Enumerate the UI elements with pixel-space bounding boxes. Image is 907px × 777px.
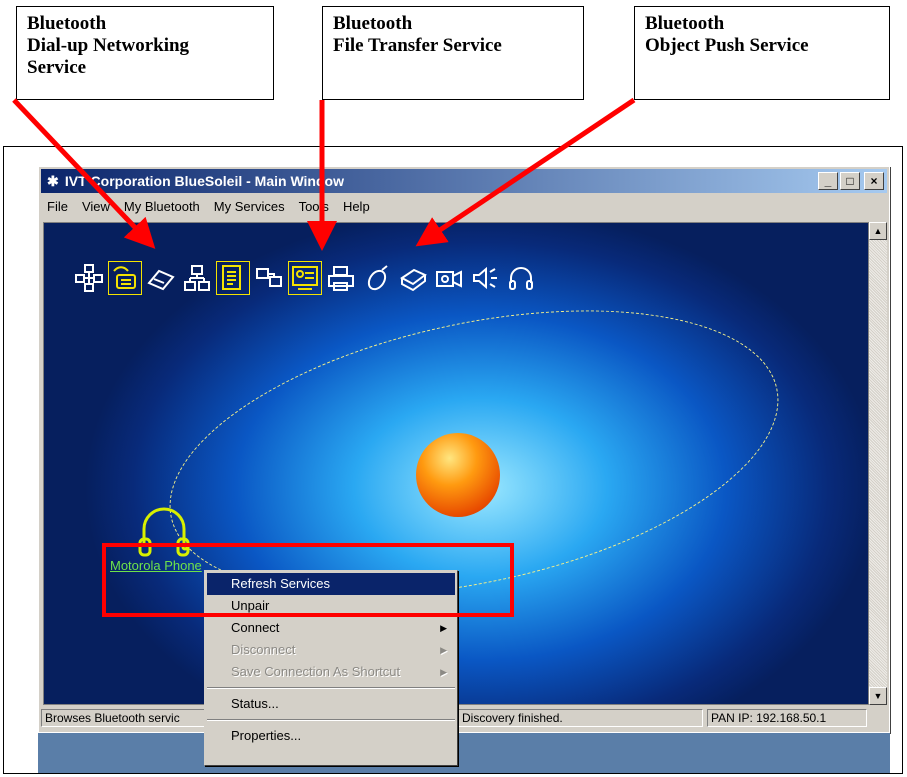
save-shortcut-label: Save Connection As Shortcut [231, 664, 401, 679]
printer-icon[interactable] [324, 261, 358, 295]
minimize-button[interactable]: _ [818, 172, 838, 190]
callout-dial-up-line3: Service [27, 57, 87, 78]
callout-object-push-line2: Object Push Service [645, 35, 809, 56]
window-title: IVT Corporation BlueSoleil - Main Window [64, 173, 344, 189]
menu-file[interactable]: File [47, 197, 68, 217]
callout-object-push-line1: Bluetooth [645, 13, 725, 34]
menu-item-disconnect[interactable]: Disconnect ▶ [205, 639, 457, 661]
callout-file-transfer: Bluetooth File Transfer Service [322, 6, 584, 100]
scroll-down-button[interactable]: ▼ [869, 687, 887, 705]
title-bar[interactable]: ✱ IVT Corporation BlueSoleil - Main Wind… [41, 169, 887, 193]
callout-dial-up: Bluetooth Dial-up Networking Service [16, 6, 274, 100]
local-device-sphere[interactable] [416, 433, 500, 517]
annotation-highlight-box [102, 543, 514, 617]
personal-area-network-icon[interactable] [252, 261, 286, 295]
menu-item-status[interactable]: Status... [205, 693, 457, 715]
menu-item-save-shortcut[interactable]: Save Connection As Shortcut ▶ [205, 661, 457, 683]
callout-file-transfer-line1: Bluetooth [333, 13, 413, 34]
maximize-button[interactable]: □ [840, 172, 860, 190]
dial-up-networking-icon[interactable] [108, 261, 142, 295]
menu-my-services[interactable]: My Services [214, 197, 285, 217]
object-push-icon[interactable] [288, 261, 322, 295]
status-middle: e Discovery finished. [451, 709, 703, 727]
camera-icon[interactable] [432, 261, 466, 295]
mouse-icon[interactable] [360, 261, 394, 295]
callout-file-transfer-line2: File Transfer Service [333, 35, 502, 56]
menu-view[interactable]: View [82, 197, 110, 217]
connect-label: Connect [231, 620, 280, 635]
menu-bar: File View My Bluetooth My Services Tools… [43, 197, 370, 217]
menu-separator [207, 719, 455, 721]
menu-tools[interactable]: Tools [299, 197, 329, 217]
status-right: PAN IP: 192.168.50.1 [707, 709, 867, 727]
vertical-scrollbar[interactable]: ▲ ▼ [869, 222, 887, 705]
callout-dial-up-line1: Bluetooth [27, 13, 107, 34]
menu-separator [207, 687, 455, 689]
close-button[interactable]: × [864, 172, 884, 190]
fax-icon[interactable] [144, 261, 178, 295]
speaker-icon[interactable] [468, 261, 502, 295]
service-icon-row [72, 261, 538, 295]
file-transfer-icon[interactable] [216, 261, 250, 295]
network-access-icon[interactable] [72, 261, 106, 295]
submenu-arrow-icon: ▶ [440, 667, 447, 677]
taskbar-strip [38, 733, 890, 773]
callout-object-push: Bluetooth Object Push Service [634, 6, 890, 100]
menu-help[interactable]: Help [343, 197, 370, 217]
callout-dial-up-line2: Dial-up Networking [27, 35, 190, 56]
fax-machine-icon[interactable] [396, 261, 430, 295]
bluetooth-icon: ✱ [47, 173, 59, 189]
bluesoleil-main-window: ✱ IVT Corporation BlueSoleil - Main Wind… [38, 166, 890, 733]
menu-my-bluetooth[interactable]: My Bluetooth [124, 197, 200, 217]
headset-icon[interactable] [504, 261, 538, 295]
lan-access-icon[interactable] [180, 261, 214, 295]
submenu-arrow-icon: ▶ [440, 645, 447, 655]
submenu-arrow-icon: ▶ [440, 623, 447, 633]
status-bar: Browses Bluetooth servic e Discovery fin… [41, 707, 887, 729]
menu-item-connect[interactable]: Connect ▶ [205, 617, 457, 639]
scroll-up-button[interactable]: ▲ [869, 222, 887, 240]
disconnect-label: Disconnect [231, 642, 296, 657]
menu-item-properties[interactable]: Properties... [205, 725, 457, 747]
